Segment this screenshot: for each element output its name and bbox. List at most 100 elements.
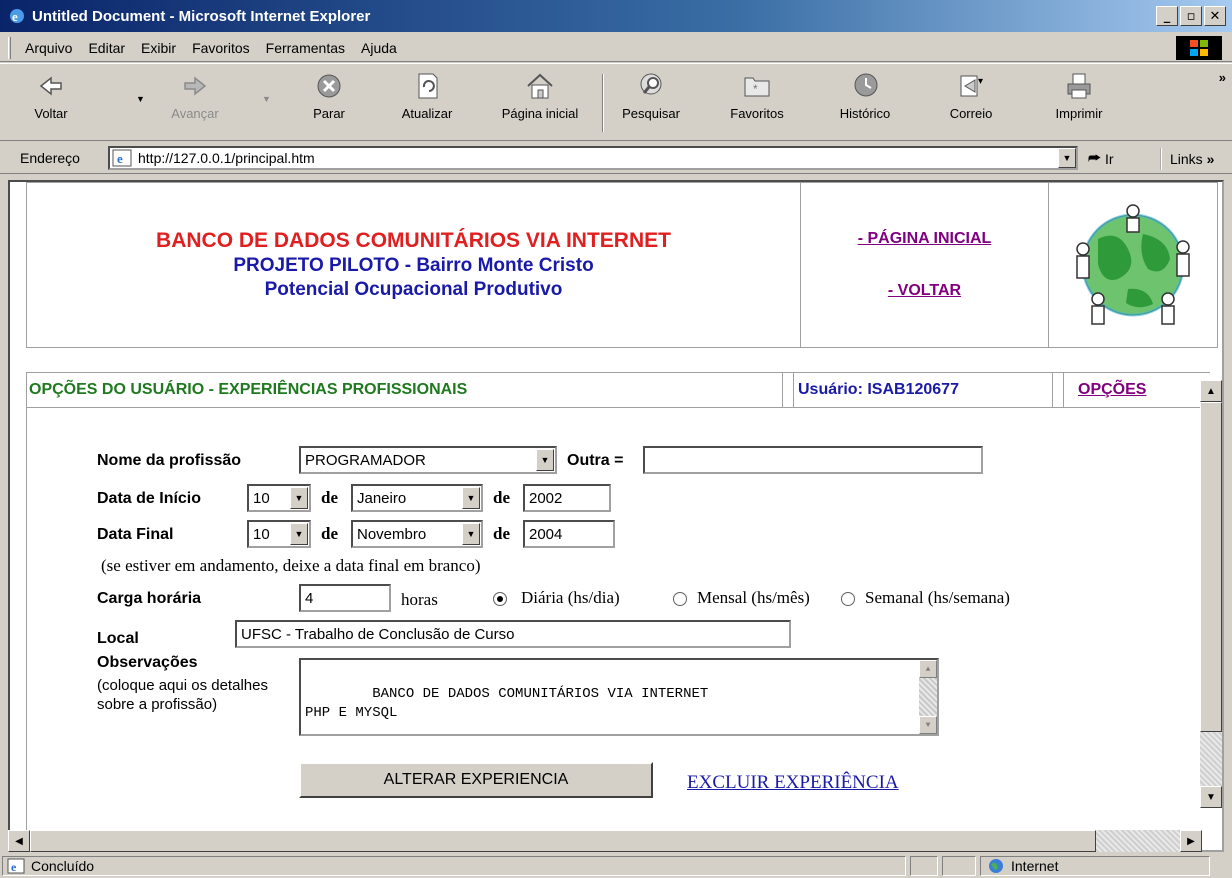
address-dropdown-button[interactable]: ▼ bbox=[1058, 148, 1076, 168]
forward-button[interactable]: Avançar bbox=[150, 70, 240, 136]
other-profession-input[interactable] bbox=[643, 446, 983, 474]
title-bar[interactable]: e Untitled Document - Microsoft Internet… bbox=[0, 0, 1232, 32]
search-button[interactable]: Pesquisar bbox=[606, 70, 696, 136]
address-input[interactable]: e http://127.0.0.1/principal.htm ▼ bbox=[108, 146, 1078, 170]
links-button[interactable]: Links » bbox=[1160, 148, 1214, 170]
globe-people-icon bbox=[1076, 204, 1190, 325]
profession-dropdown-button[interactable]: ▼ bbox=[536, 449, 554, 471]
place-label: Local bbox=[97, 630, 139, 647]
menu-ferramentas[interactable]: Ferramentas bbox=[258, 40, 353, 56]
notes-hint: (coloque aqui os detalhes sobre a profis… bbox=[97, 677, 268, 713]
notes-label: Observações bbox=[97, 654, 198, 671]
header-nav: - PÁGINA INICIAL - VOLTAR bbox=[801, 183, 1049, 347]
menu-editar[interactable]: Editar bbox=[80, 40, 133, 56]
status-text: Concluído bbox=[31, 858, 95, 874]
svg-text:*: * bbox=[753, 82, 758, 96]
home-button[interactable]: Página inicial bbox=[488, 70, 592, 136]
address-url: http://127.0.0.1/principal.htm bbox=[138, 150, 315, 166]
end-month-value: Novembro bbox=[357, 525, 427, 543]
security-zone-cell: Internet bbox=[980, 856, 1210, 876]
place-input[interactable]: UFSC - Trabalho de Conclusão de Curso bbox=[235, 620, 791, 648]
favorites-button[interactable]: * Favoritos bbox=[712, 70, 802, 136]
back-dropdown-icon[interactable]: ▼ bbox=[136, 94, 145, 104]
end-date-hint: (se estiver em andamento, deixe a data f… bbox=[101, 556, 481, 575]
go-button[interactable]: ⮫ Ir bbox=[1088, 150, 1114, 167]
menu-favoritos[interactable]: Favoritos bbox=[184, 40, 258, 56]
scroll-down-icon[interactable]: ▼ bbox=[1200, 786, 1222, 808]
start-day-select[interactable]: 10 ▼ bbox=[247, 484, 311, 512]
hours-label: Carga horária bbox=[97, 590, 202, 607]
end-day-dropdown-button[interactable]: ▼ bbox=[290, 523, 308, 545]
menu-arquivo[interactable]: Arquivo bbox=[17, 40, 80, 56]
notes-textarea[interactable]: BANCO DE DADOS COMUNITÁRIOS VIA INTERNET… bbox=[299, 658, 939, 736]
notes-scrollbar[interactable]: ▲ ▼ bbox=[919, 660, 937, 734]
scroll-up-icon[interactable]: ▲ bbox=[1200, 380, 1222, 402]
options-link[interactable]: OPÇÕES bbox=[1063, 373, 1146, 407]
refresh-button[interactable]: Atualizar bbox=[382, 70, 472, 136]
notes-scroll-down-icon[interactable]: ▼ bbox=[919, 716, 937, 734]
window-controls: _ ▫ ✕ bbox=[1156, 6, 1226, 26]
links-chevron-icon: » bbox=[1202, 151, 1215, 167]
page-viewport: BANCO DE DADOS COMUNITÁRIOS VIA INTERNET… bbox=[8, 180, 1224, 852]
svg-text:e: e bbox=[12, 9, 18, 24]
end-year-input[interactable]: 2004 bbox=[523, 520, 615, 548]
hours-input[interactable]: 4 bbox=[299, 584, 391, 612]
end-de-1: de bbox=[321, 524, 338, 543]
menu-ajuda[interactable]: Ajuda bbox=[353, 40, 405, 56]
back-button[interactable]: Voltar bbox=[6, 70, 96, 136]
close-button[interactable]: ✕ bbox=[1204, 6, 1226, 26]
svg-text:e: e bbox=[11, 860, 17, 874]
experience-form: Nome da profissão PROGRAMADOR ▼ Outra = … bbox=[26, 408, 1210, 850]
toolbar-chevron-icon[interactable]: » bbox=[1219, 70, 1226, 85]
end-de-2: de bbox=[493, 524, 510, 543]
status-text-cell: e Concluído bbox=[2, 856, 906, 876]
forward-dropdown-icon[interactable]: ▼ bbox=[262, 94, 271, 104]
end-month-select[interactable]: Novembro ▼ bbox=[351, 520, 483, 548]
address-bar: Endereço e http://127.0.0.1/principal.ht… bbox=[0, 142, 1232, 174]
history-button[interactable]: Histórico bbox=[820, 70, 910, 136]
favorites-icon: * bbox=[744, 77, 770, 97]
horizontal-scrollbar[interactable]: ◀ ▶ bbox=[8, 830, 1202, 852]
mail-button[interactable]: ▾ Correio bbox=[926, 70, 1016, 136]
stop-button[interactable]: Parar bbox=[284, 70, 374, 136]
vertical-scroll-thumb[interactable] bbox=[1200, 402, 1222, 732]
horizontal-scroll-thumb[interactable] bbox=[30, 830, 1096, 852]
start-day-dropdown-button[interactable]: ▼ bbox=[290, 487, 308, 509]
vertical-scrollbar[interactable]: ▲ ▼ bbox=[1200, 380, 1222, 808]
scroll-right-icon[interactable]: ▶ bbox=[1180, 830, 1202, 852]
user-label: Usuário: ISAB120677 bbox=[793, 373, 1053, 407]
update-experience-button[interactable]: ALTERAR EXPERIENCIA bbox=[299, 762, 653, 798]
maximize-button[interactable]: ▫ bbox=[1180, 6, 1202, 26]
end-date-label: Data Final bbox=[97, 526, 174, 543]
end-month-dropdown-button[interactable]: ▼ bbox=[462, 523, 480, 545]
start-month-dropdown-button[interactable]: ▼ bbox=[462, 487, 480, 509]
page-done-icon: e bbox=[7, 858, 25, 874]
start-month-value: Janeiro bbox=[357, 489, 407, 507]
back-link[interactable]: - VOLTAR bbox=[888, 282, 961, 300]
menu-exibir[interactable]: Exibir bbox=[133, 40, 184, 56]
site-title: BANCO DE DADOS COMUNITÁRIOS VIA INTERNET bbox=[156, 229, 671, 252]
home-page-link[interactable]: - PÁGINA INICIAL bbox=[858, 230, 992, 248]
home-icon bbox=[527, 73, 553, 99]
radio-monthly[interactable] bbox=[673, 592, 687, 606]
site-subtitle: PROJETO PILOTO - Bairro Monte Cristo bbox=[233, 255, 594, 276]
site-header: BANCO DE DADOS COMUNITÁRIOS VIA INTERNET… bbox=[26, 182, 1218, 348]
minimize-button[interactable]: _ bbox=[1156, 6, 1178, 26]
print-button[interactable]: Imprimir bbox=[1034, 70, 1124, 136]
notes-scroll-up-icon[interactable]: ▲ bbox=[919, 660, 937, 678]
status-bar: e Concluído Internet bbox=[0, 854, 1232, 878]
window-title: Untitled Document - Microsoft Internet E… bbox=[32, 7, 371, 25]
other-label: Outra = bbox=[567, 452, 624, 469]
windows-logo-icon bbox=[1176, 36, 1222, 60]
radio-daily[interactable] bbox=[493, 592, 507, 606]
profession-select[interactable]: PROGRAMADOR ▼ bbox=[299, 446, 557, 474]
end-day-select[interactable]: 10 ▼ bbox=[247, 520, 311, 548]
radio-weekly[interactable] bbox=[841, 592, 855, 606]
refresh-icon bbox=[418, 73, 438, 99]
scroll-left-icon[interactable]: ◀ bbox=[8, 830, 30, 852]
delete-experience-link[interactable]: EXCLUIR EXPERIÊNCIA bbox=[687, 772, 899, 794]
stop-label: Parar bbox=[313, 106, 345, 121]
browser-window: e Untitled Document - Microsoft Internet… bbox=[0, 0, 1232, 878]
start-month-select[interactable]: Janeiro ▼ bbox=[351, 484, 483, 512]
start-year-input[interactable]: 2002 bbox=[523, 484, 611, 512]
